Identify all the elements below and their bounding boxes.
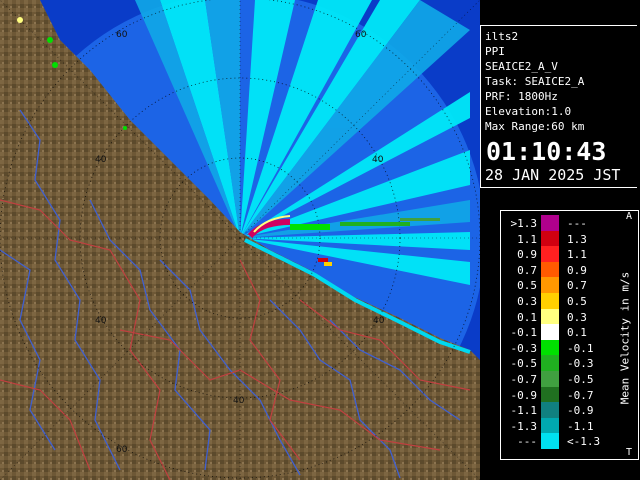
range-label: 40 bbox=[95, 155, 107, 165]
legend-row: --- <-1.3 bbox=[501, 433, 621, 450]
legend-color-swatch bbox=[541, 386, 559, 403]
legend-row-high: 0.5 bbox=[567, 295, 587, 308]
range-label: 40 bbox=[233, 396, 245, 406]
legend-row: 0.1 0.3 bbox=[501, 308, 621, 326]
site-name: ilts2 bbox=[485, 30, 519, 43]
range-label: 40 bbox=[372, 155, 384, 165]
legend-row-low: -1.3 bbox=[510, 419, 538, 433]
legend-color-swatch bbox=[541, 339, 559, 356]
legend-row-low: -0.5 bbox=[510, 357, 538, 371]
legend-color-swatch bbox=[541, 417, 559, 434]
legend-row-low: -0.9 bbox=[510, 388, 538, 402]
product-name: SEAICE2_A_V bbox=[485, 60, 558, 73]
legend-row: >1.3 --- bbox=[501, 215, 621, 232]
legend-color-swatch bbox=[541, 308, 559, 325]
legend-row-high: 0.3 bbox=[567, 310, 587, 324]
legend-row: -1.1 -0.9 bbox=[501, 402, 621, 419]
legend-title: Mean Velocity in m/s bbox=[618, 271, 632, 405]
legend-row-high: -1.1 bbox=[567, 419, 594, 433]
range-label: 60 bbox=[116, 445, 128, 455]
legend-row-low: 0.3 bbox=[517, 295, 537, 308]
legend-row-high: -0.9 bbox=[567, 404, 594, 418]
legend-row-low: 0.9 bbox=[517, 248, 537, 262]
legend-color-swatch bbox=[541, 371, 559, 387]
legend-row: -0.1 0.1 bbox=[501, 324, 621, 341]
max-range-value: Max Range:60 km bbox=[485, 120, 585, 133]
legend-row-high: 0.1 bbox=[567, 326, 587, 340]
legend-row-high: -0.1 bbox=[567, 341, 594, 355]
legend-color-swatch bbox=[541, 215, 559, 231]
legend-row-low: -1.1 bbox=[510, 404, 538, 418]
legend-row: 1.1 1.3 bbox=[501, 230, 621, 248]
legend-row-low: 0.5 bbox=[517, 279, 537, 293]
legend-row: -0.3 -0.1 bbox=[501, 339, 621, 357]
legend-row-high: --- bbox=[567, 217, 587, 230]
legend-color-swatch bbox=[541, 261, 559, 278]
elevation-value: Elevation:1.0 bbox=[485, 105, 572, 118]
legend-row-low: 1.1 bbox=[517, 232, 537, 246]
legend-row: 0.9 1.1 bbox=[501, 246, 621, 263]
legend-row-low: -0.3 bbox=[510, 341, 538, 355]
legend-row-low: -0.1 bbox=[510, 326, 538, 340]
legend-color-swatch bbox=[541, 324, 559, 341]
range-label: 40 bbox=[373, 316, 385, 326]
legend-row-high: -0.5 bbox=[567, 373, 594, 386]
legend-mark-bottom: T bbox=[625, 447, 632, 458]
scan-date: 28 JAN 2025 JST bbox=[485, 166, 621, 184]
legend-row: 0.5 0.7 bbox=[501, 277, 621, 294]
scan-time: 01:10:43 bbox=[486, 137, 607, 166]
legend-row-high: -0.7 bbox=[567, 388, 594, 402]
legend-color-swatch bbox=[541, 355, 559, 372]
legend-title-box: Mean Velocity in m/s bbox=[615, 225, 635, 451]
task-name: Task: SEAICE2_A bbox=[485, 75, 585, 88]
info-panel: ilts2 PPI SEAICE2_A_V Task: SEAICE2_A PR… bbox=[480, 25, 637, 188]
legend-row-low: 0.1 bbox=[517, 310, 537, 324]
legend-color-swatch bbox=[541, 402, 559, 419]
legend-color-swatch bbox=[541, 293, 559, 309]
legend-row-high: 0.9 bbox=[567, 263, 587, 277]
legend-row: -0.9 -0.7 bbox=[501, 386, 621, 404]
legend-row-low: >1.3 bbox=[510, 217, 538, 230]
legend-row-high: <-1.3 bbox=[567, 435, 601, 449]
range-label: 40 bbox=[95, 316, 107, 326]
legend-color-swatch bbox=[541, 277, 559, 294]
legend-color-swatch bbox=[541, 230, 559, 247]
legend-mark-top: A bbox=[625, 211, 632, 222]
legend-color-swatch bbox=[541, 246, 559, 263]
prf-value: PRF: 1800Hz bbox=[485, 90, 558, 103]
legend-row-high: 0.7 bbox=[567, 279, 587, 293]
legend-color-swatch bbox=[541, 433, 559, 450]
legend-row: -0.5 -0.3 bbox=[501, 355, 621, 372]
scan-mode: PPI bbox=[485, 45, 505, 58]
legend-row: -0.7 -0.5 bbox=[501, 371, 621, 388]
legend-row-high: 1.1 bbox=[567, 248, 587, 262]
legend-row-low: -0.7 bbox=[510, 373, 538, 386]
legend-row-low: 0.7 bbox=[517, 263, 537, 277]
legend-row-high: -0.3 bbox=[567, 357, 594, 371]
range-label: 60 bbox=[116, 30, 128, 40]
legend-row: 0.3 0.5 bbox=[501, 293, 621, 310]
legend-row-low: --- bbox=[517, 435, 537, 449]
legend-row-high: 1.3 bbox=[567, 232, 587, 246]
legend-row: -1.3 -1.1 bbox=[501, 417, 621, 435]
velocity-legend: A >1.3 --- 1.1 1.3 0.9 1.1 0.7 0.9 0.5 0.7 0.3 0.5 0… bbox=[500, 210, 639, 460]
range-label: 60 bbox=[355, 30, 367, 40]
legend-row: 0.7 0.9 bbox=[501, 261, 621, 279]
radar-ppi-display: 60 60 40 40 40 40 40 60 bbox=[0, 0, 480, 480]
